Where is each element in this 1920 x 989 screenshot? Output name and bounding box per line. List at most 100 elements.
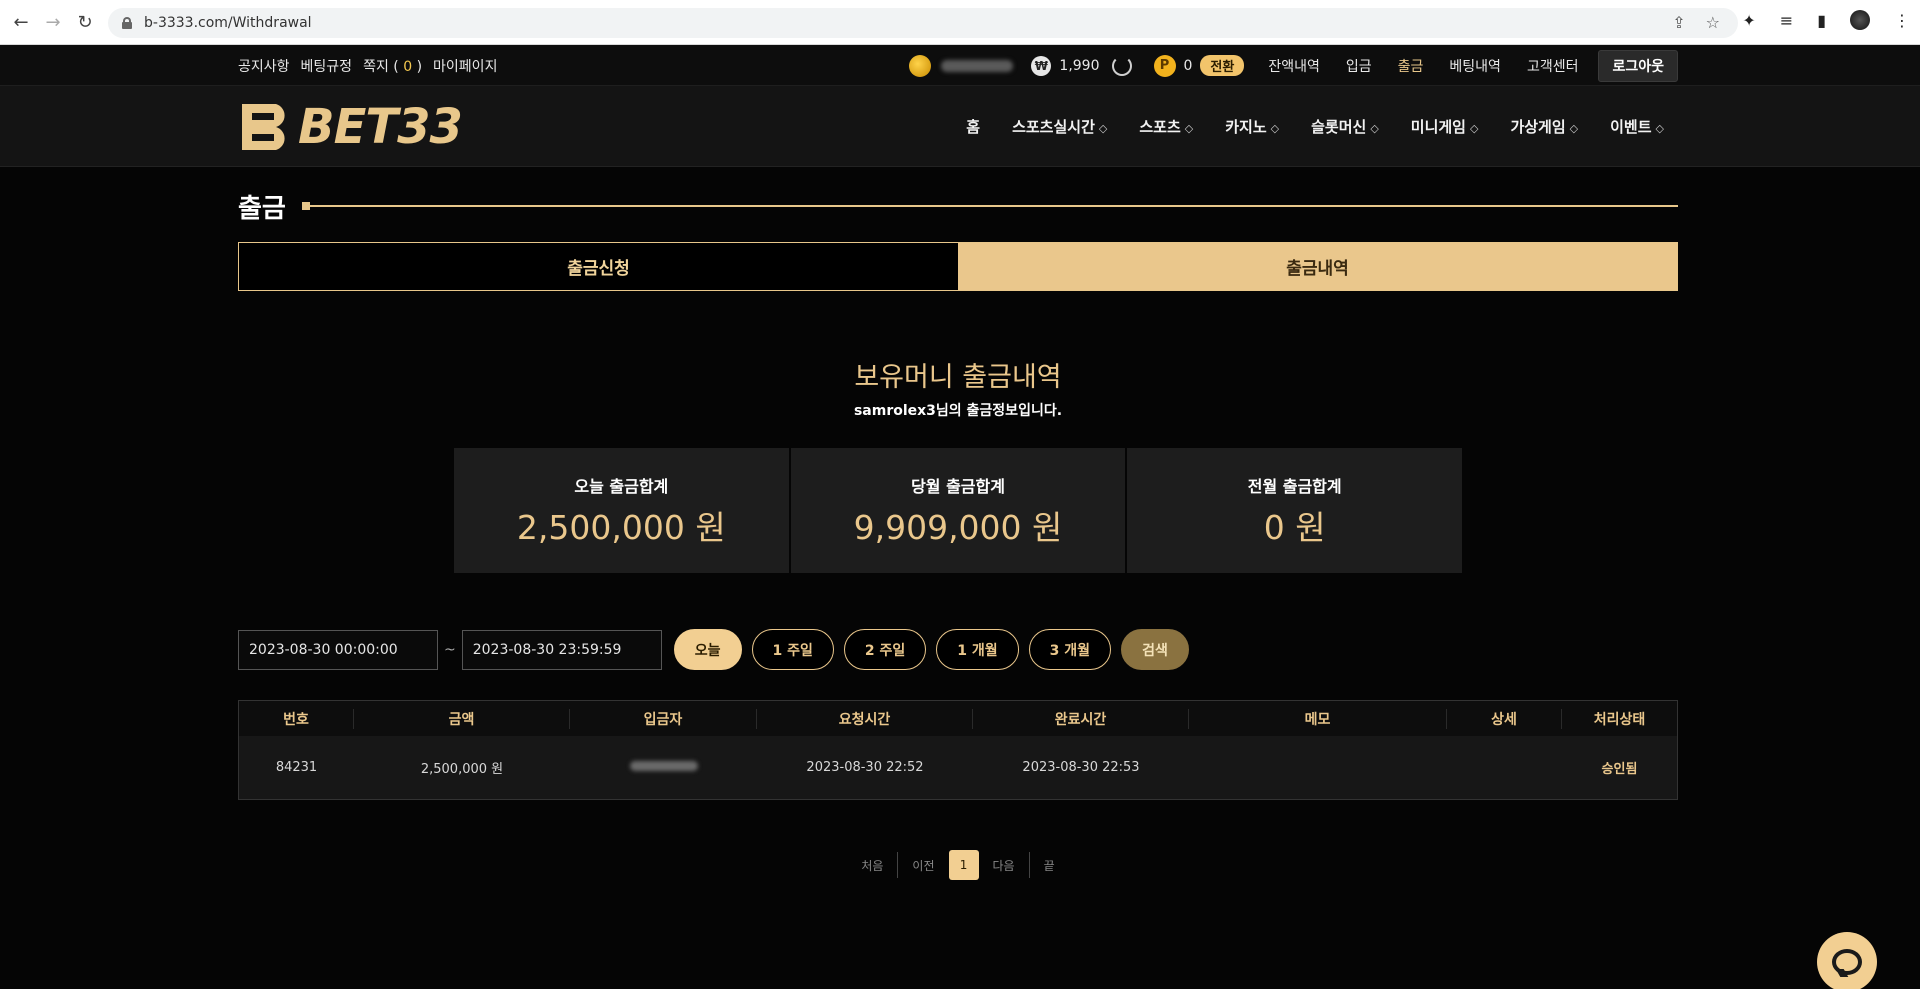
page-first[interactable]: 처음 [861, 857, 883, 874]
summary-this-month-label: 당월 출금합계 [911, 476, 1005, 496]
logo-text: BET33 [298, 98, 463, 155]
withdrawal-summary: 오늘 출금합계 2,500,000 원 당월 출금합계 9,909,000 원 … [454, 448, 1463, 573]
cell-amount: 2,500,000 원 [420, 762, 504, 777]
user-avatar-icon [909, 54, 932, 77]
messages-label: 쪽지 [363, 58, 389, 75]
range-3month-button[interactable]: 3 개월 [1028, 629, 1112, 670]
col-complete-time: 완료시간 [973, 708, 1189, 729]
back-arrow-icon[interactable]: ← [10, 11, 32, 33]
cell-number: 84231 [275, 760, 318, 775]
range-today-button[interactable]: 오늘 [673, 629, 742, 670]
chevron-down-icon: ◇ [1469, 122, 1479, 135]
url-text: b-3333.com/Withdrawal [144, 15, 312, 31]
cell-request-time: 2023-08-30 22:52 [806, 760, 924, 775]
nav-casino-label: 카지노 [1225, 118, 1267, 136]
summary-today: 오늘 출금합계 2,500,000 원 [454, 448, 789, 573]
nav-slots[interactable]: 슬롯머신 ◇ [1311, 116, 1379, 137]
pager-divider [1028, 852, 1030, 878]
cell-complete-time: 2023-08-30 22:53 [1022, 760, 1140, 775]
nav-event[interactable]: 이벤트 ◇ [1610, 116, 1664, 137]
username-blurred [941, 59, 1014, 72]
points-value: 0 [1183, 57, 1193, 74]
page-prev[interactable]: 이전 [912, 857, 934, 874]
won-icon: ₩ [1031, 55, 1052, 76]
range-2week-button[interactable]: 2 주일 [843, 629, 927, 670]
site-header: BET33 홈 스포츠실시간 ◇ 스포츠 ◇ 카지노 ◇ 슬롯머신 ◇ 미니게임 ◇ 가상… [0, 86, 1920, 167]
range-1month-button[interactable]: 1 개월 [936, 629, 1019, 670]
logo-mark-icon [242, 103, 285, 150]
pager-divider [897, 852, 899, 878]
nav-virtual-game-label: 가상게임 [1510, 118, 1566, 136]
live-chat-button[interactable] [1817, 932, 1877, 989]
table-row: 84231 2,500,000 원 2023-08-30 22:52 2023-… [239, 736, 1677, 799]
search-button[interactable]: 검색 [1121, 629, 1189, 670]
end-date-input[interactable] [461, 629, 662, 670]
page-last[interactable]: 끝 [1044, 857, 1055, 874]
section-subtitle: samrolex3님의 출금정보입니다. [853, 403, 1063, 419]
nav-home[interactable]: 홈 [966, 116, 980, 137]
messages-link[interactable]: 쪽지 ( 0 ) [363, 56, 422, 76]
bookmark-star-icon[interactable]: ☆ [1706, 13, 1720, 32]
refresh-balance-icon[interactable] [1111, 55, 1132, 76]
nav-virtual-game[interactable]: 가상게임 ◇ [1510, 116, 1578, 137]
nav-sports-live-label: 스포츠실시간 [1012, 118, 1095, 136]
col-request-time: 요청시간 [757, 708, 973, 729]
depositor-blurred [629, 761, 698, 771]
range-1week-button[interactable]: 1 주일 [751, 629, 834, 670]
mypage-link[interactable]: 마이페이지 [433, 56, 497, 76]
summary-last-month-label: 전월 출금합계 [1247, 476, 1342, 496]
tab-withdrawal-request[interactable]: 출금신청 [239, 243, 958, 290]
withdrawal-table: 번호 금액 입금자 요청시간 완료시간 메모 상세 처리상태 84231 2,5… [238, 700, 1678, 800]
forward-arrow-icon[interactable]: → [42, 11, 64, 33]
betting-rules-link[interactable]: 베팅규정 [301, 56, 353, 76]
nav-minigame[interactable]: 미니게임 ◇ [1411, 116, 1479, 137]
site-logo[interactable]: BET33 [238, 98, 463, 155]
profile-avatar[interactable] [1850, 10, 1870, 30]
page-current[interactable]: 1 [948, 850, 979, 880]
site-topbar: 공지사항 베팅규정 쪽지 ( 0 ) 마이페이지 ₩ 1,990 P 0 전환 … [0, 45, 1920, 86]
point-icon: P [1153, 54, 1176, 77]
media-icon[interactable]: ≡ [1780, 11, 1793, 30]
summary-last-month: 전월 출금합계 0 원 [1127, 448, 1463, 573]
col-status: 처리상태 [1593, 711, 1646, 728]
side-panel-icon[interactable]: ▮ [1817, 11, 1826, 30]
nav-sports-live[interactable]: 스포츠실시간 ◇ [1012, 116, 1107, 137]
lock-icon[interactable] [122, 17, 132, 29]
more-menu-icon[interactable]: ⋮ [1894, 11, 1910, 30]
nav-sports-label: 스포츠 [1139, 118, 1181, 136]
start-date-input[interactable] [238, 629, 438, 670]
col-memo: 메모 [1189, 708, 1447, 729]
betting-history-link[interactable]: 베팅내역 [1449, 56, 1501, 76]
withdrawal-link[interactable]: 출금 [1398, 56, 1424, 76]
customer-center-link[interactable]: 고객센터 [1527, 56, 1579, 76]
withdrawal-tabs: 출금신청 출금내역 [238, 242, 1678, 291]
nav-casino[interactable]: 카지노 ◇ [1225, 116, 1279, 137]
page-next[interactable]: 다음 [993, 857, 1015, 874]
balance-history-link[interactable]: 잔액내역 [1268, 56, 1320, 76]
extensions-icon[interactable]: ✦ [1742, 11, 1755, 30]
chevron-down-icon: ◇ [1569, 122, 1579, 135]
chat-bubble-icon [1832, 949, 1862, 975]
date-range-separator: ~ [444, 641, 456, 658]
title-divider [301, 202, 1678, 210]
balance-value: 1,990 [1059, 57, 1100, 74]
convert-button[interactable]: 전환 [1200, 55, 1245, 76]
nav-slots-label: 슬롯머신 [1311, 118, 1367, 136]
notice-link[interactable]: 공지사항 [238, 56, 290, 76]
summary-this-month: 당월 출금합계 9,909,000 원 [790, 448, 1126, 573]
deposit-link[interactable]: 입금 [1346, 56, 1372, 76]
col-detail: 상세 [1447, 708, 1562, 729]
tab-withdrawal-history[interactable]: 출금내역 [958, 243, 1677, 290]
cell-depositor [570, 760, 757, 775]
reload-icon[interactable]: ↻ [74, 11, 96, 33]
page-title: 출금 [238, 193, 286, 224]
logout-button[interactable]: 로그아웃 [1598, 49, 1678, 82]
cell-status: 승인됨 [1601, 762, 1638, 777]
message-count: 0 [403, 58, 413, 75]
address-bar[interactable]: b-3333.com/Withdrawal ⇪ ☆ [108, 8, 1738, 38]
nav-sports[interactable]: 스포츠 ◇ [1139, 116, 1193, 137]
share-icon[interactable]: ⇪ [1672, 13, 1685, 32]
chevron-down-icon: ◇ [1370, 122, 1379, 135]
chevron-down-icon: ◇ [1270, 122, 1280, 135]
summary-this-month-value: 9,909,000 원 [853, 507, 1063, 547]
